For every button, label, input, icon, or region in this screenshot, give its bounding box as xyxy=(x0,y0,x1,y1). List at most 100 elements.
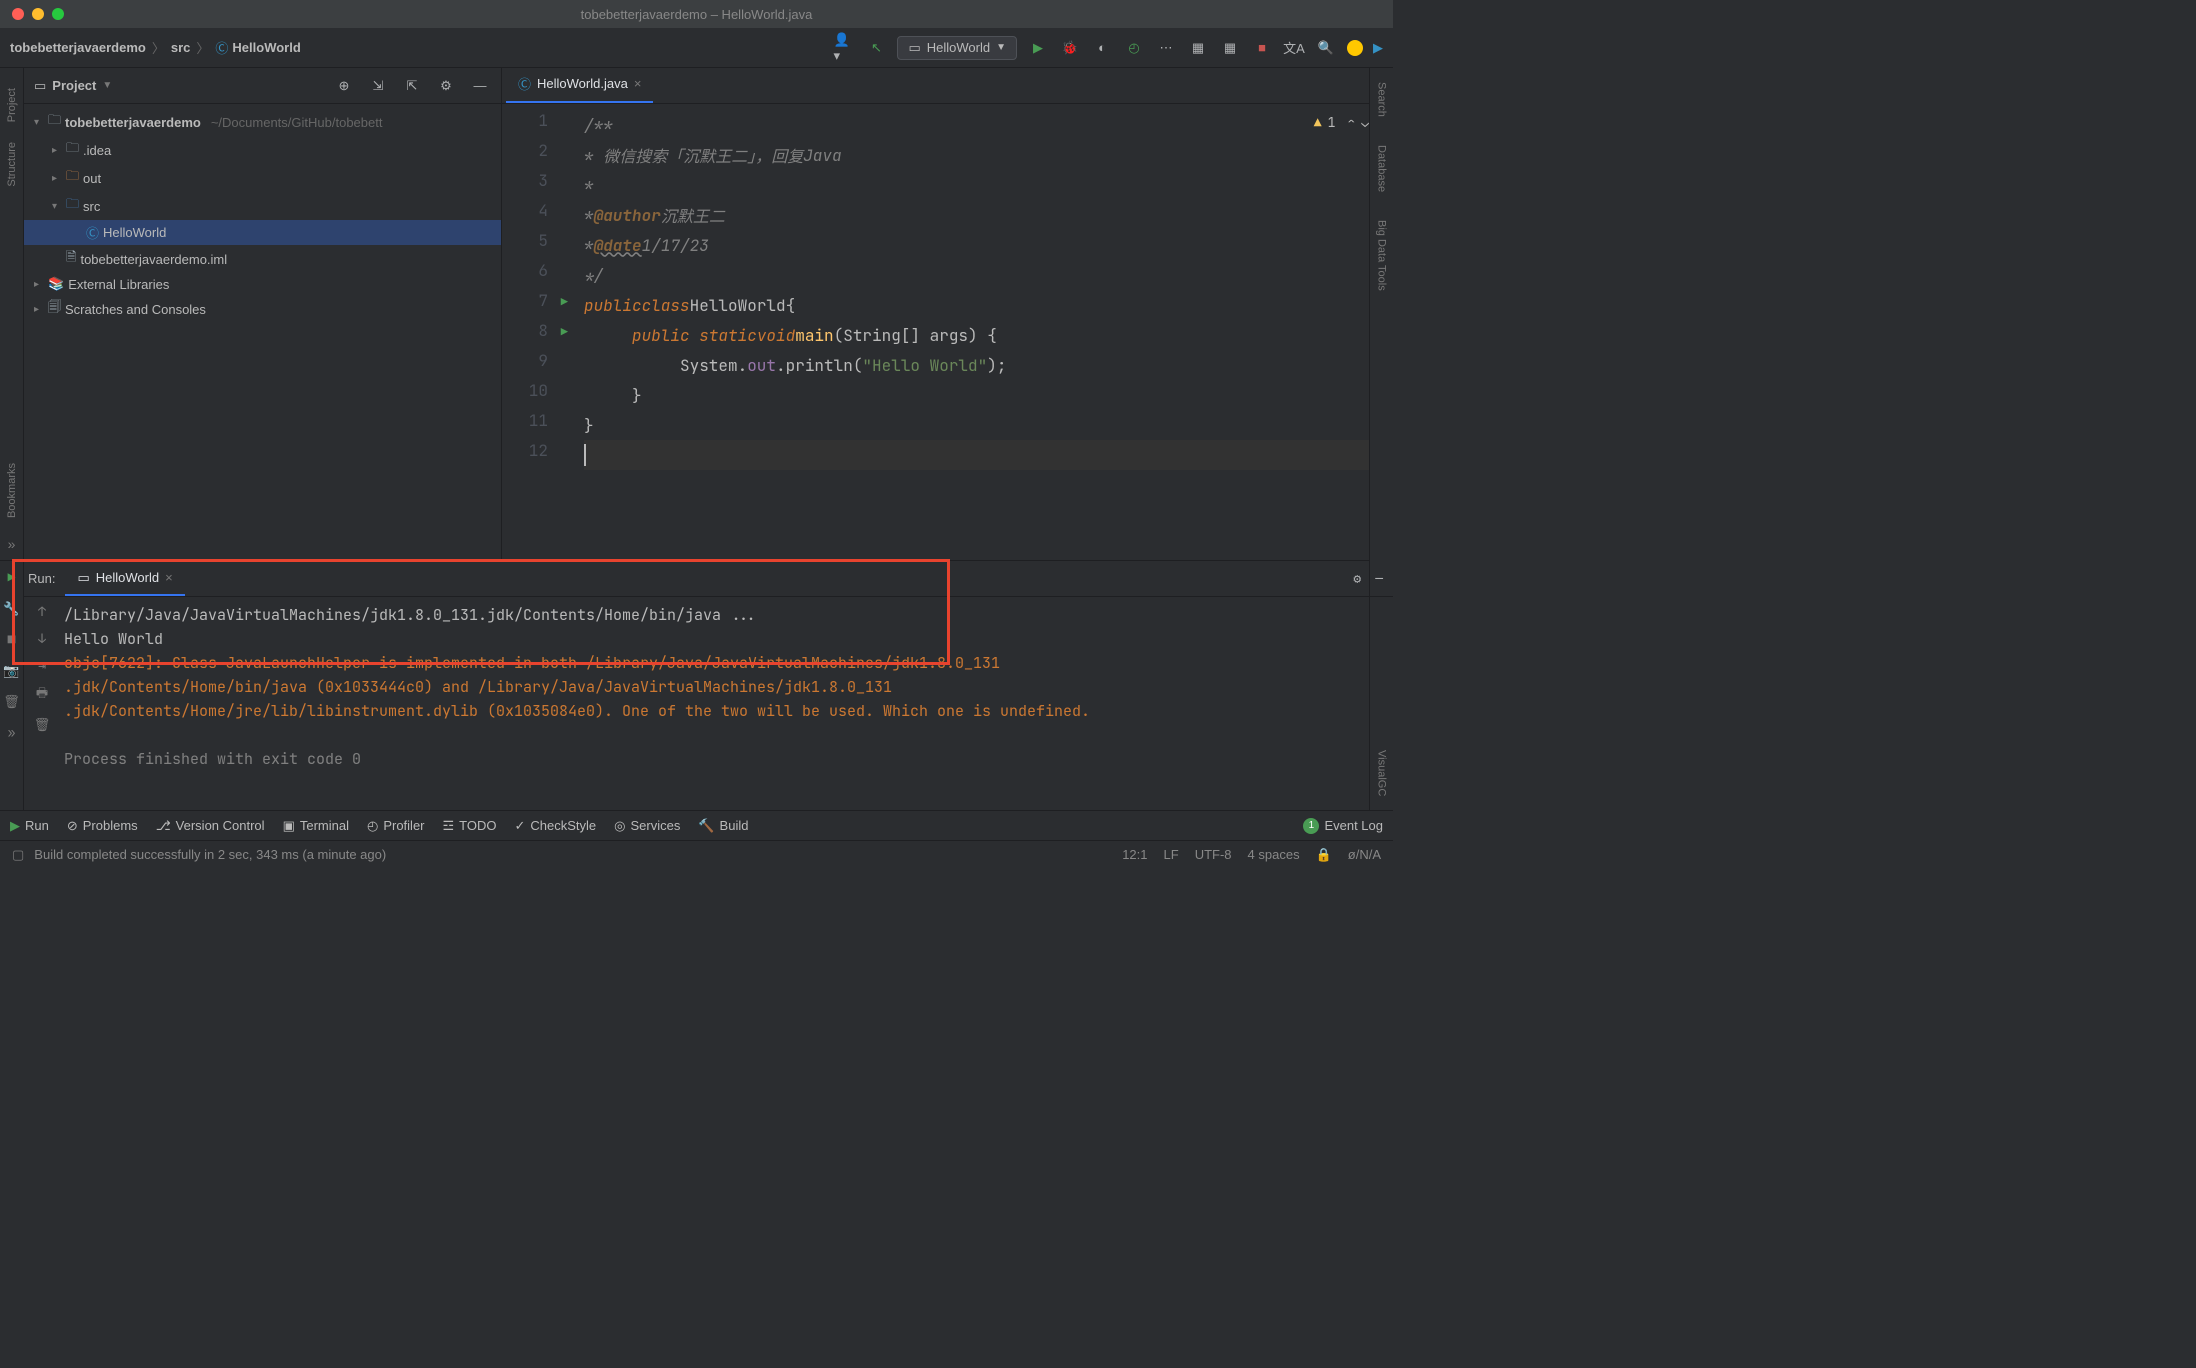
status-position[interactable]: 12:1 xyxy=(1122,847,1147,863)
tree-item-helloworld[interactable]: Ⓒ HelloWorld xyxy=(24,220,501,245)
expand-all-icon[interactable]: ⇲ xyxy=(367,75,389,97)
run-gutter-icon[interactable]: ▶ xyxy=(561,294,568,310)
console-text[interactable]: /Library/Java/JavaVirtualMachines/jdk1.8… xyxy=(60,597,1393,810)
coverage-button[interactable]: ◐ xyxy=(1091,37,1113,59)
window-controls xyxy=(12,8,64,20)
toolbar-icon-1[interactable]: ▦ xyxy=(1187,37,1209,59)
code-text: * 微信搜索「沉默王二」，回复 xyxy=(584,143,803,167)
breadcrumb-file[interactable]: HelloWorld xyxy=(232,40,300,55)
stop-icon[interactable]: ■ xyxy=(8,631,16,648)
bottom-services[interactable]: ◎Services xyxy=(614,818,680,834)
stop-button[interactable]: ■ xyxy=(1251,37,1273,59)
status-line-separator[interactable]: LF xyxy=(1164,847,1179,863)
status-readonly-icon[interactable]: 🔒 xyxy=(1316,847,1332,863)
tree-label: src xyxy=(83,199,100,214)
chevron-down-icon: ▼ xyxy=(996,42,1006,53)
code-text: * xyxy=(584,235,594,256)
tab-helloworld[interactable]: Ⓒ HelloWorld.java × xyxy=(506,66,653,103)
inspection-widget[interactable]: ▲ 1 ⌃ ⌄ xyxy=(1314,114,1369,131)
toolbar-icon-2[interactable]: ▦ xyxy=(1219,37,1241,59)
rail-bigdata[interactable]: Big Data Tools xyxy=(1376,220,1388,291)
bottom-checkstyle[interactable]: ✓CheckStyle xyxy=(515,818,597,834)
hide-panel-icon[interactable]: — xyxy=(1375,570,1383,587)
code-area[interactable]: ▲ 1 ⌃ ⌄ 1 2 3 4 5 6 7▶ 8▶ 9 10 11 12 /** xyxy=(502,104,1393,560)
tree-root-label: tobebetterjavaerdemo xyxy=(65,115,201,130)
rerun-icon[interactable]: ▶ xyxy=(8,569,16,586)
profiler-icon: ◴ xyxy=(367,818,378,834)
down-icon[interactable]: ↓ xyxy=(38,630,46,647)
rail-structure[interactable]: Structure xyxy=(6,142,18,187)
close-tab-icon[interactable]: × xyxy=(165,570,173,585)
tree-item-scratches[interactable]: ▸ 🗐 Scratches and Consoles xyxy=(24,295,501,323)
rail-search[interactable]: Search xyxy=(1376,82,1388,117)
code-content[interactable]: /** * 微信搜索「沉默王二」，回复 Java * * @author 沉默王… xyxy=(572,104,1393,560)
rail-database[interactable]: Database xyxy=(1376,145,1388,192)
maximize-window-button[interactable] xyxy=(52,8,64,20)
bottom-terminal[interactable]: ▣Terminal xyxy=(283,818,349,834)
more-icon[interactable]: » xyxy=(8,724,16,741)
breadcrumb-folder[interactable]: src xyxy=(171,40,191,55)
jetbrains-icon[interactable]: ▶ xyxy=(1373,40,1383,56)
chevron-down-icon[interactable]: ▼ xyxy=(102,80,112,91)
code-text: out xyxy=(747,355,776,376)
rail-bookmarks[interactable]: Bookmarks xyxy=(6,463,18,518)
notification-icon[interactable] xyxy=(1347,40,1363,56)
chevron-right-icon: 〉 xyxy=(152,38,165,57)
more-run-icon[interactable]: ⋯ xyxy=(1155,37,1177,59)
more-tools-icon[interactable]: » xyxy=(8,536,16,552)
bottom-vcs[interactable]: ⎇Version Control xyxy=(156,818,265,834)
camera-icon[interactable]: 📷 xyxy=(3,662,19,679)
run-tabs-bar: Run: ▭ HelloWorld × ⚙ — xyxy=(24,561,1393,597)
tree-item-src[interactable]: ▾ 🗀 src xyxy=(24,192,501,220)
build-hammer-icon[interactable]: ↖ xyxy=(865,37,887,59)
clear-icon[interactable]: 🗑 xyxy=(34,716,51,733)
translate-icon[interactable]: 文A xyxy=(1283,37,1305,59)
gear-icon[interactable]: ⚙ xyxy=(1353,570,1361,587)
run-button[interactable]: ▶ xyxy=(1027,37,1049,59)
close-window-button[interactable] xyxy=(12,8,24,20)
bottom-problems[interactable]: ⊘Problems xyxy=(67,818,138,834)
rail-project[interactable]: Project xyxy=(6,88,18,122)
up-icon[interactable]: ↑ xyxy=(38,603,46,620)
chevron-up-icon[interactable]: ⌃ xyxy=(1347,114,1355,131)
bottom-todo[interactable]: ☲TODO xyxy=(443,818,497,834)
profile-button[interactable]: ◴ xyxy=(1123,37,1145,59)
chevron-down-icon[interactable]: ⌄ xyxy=(1361,114,1369,131)
tree-item-out[interactable]: ▸ 🗀 out xyxy=(24,164,501,192)
close-tab-icon[interactable]: × xyxy=(634,76,642,91)
tool-windows-icon[interactable]: ▢ xyxy=(12,847,24,863)
select-opened-icon[interactable]: ⊕ xyxy=(333,75,355,97)
run-tab-helloworld[interactable]: ▭ HelloWorld × xyxy=(65,562,184,596)
tree-label: Scratches and Consoles xyxy=(65,302,206,317)
trash-icon[interactable]: 🗑 xyxy=(3,693,20,710)
bottom-eventlog[interactable]: 1Event Log xyxy=(1303,818,1383,834)
bottom-profiler[interactable]: ◴Profiler xyxy=(367,818,425,834)
print-icon[interactable]: 🖶 xyxy=(36,684,48,706)
collapse-all-icon[interactable]: ⇱ xyxy=(401,75,423,97)
debug-button[interactable]: 🐞 xyxy=(1059,37,1081,59)
run-gutter-icon[interactable]: ▶ xyxy=(561,324,568,340)
gear-icon[interactable]: ⚙ xyxy=(435,75,457,97)
panel-title[interactable]: Project xyxy=(52,78,96,93)
status-indent[interactable]: 4 spaces xyxy=(1248,847,1300,863)
tree-item-idea[interactable]: ▸ 🗀 .idea xyxy=(24,136,501,164)
hide-panel-icon[interactable]: — xyxy=(469,75,491,97)
java-class-icon: Ⓒ xyxy=(86,223,99,242)
user-icon[interactable]: 👤▾ xyxy=(833,37,855,59)
tree-root[interactable]: ▾ 🗀 tobebetterjavaerdemo ~/Documents/Git… xyxy=(24,108,501,136)
breadcrumb-root[interactable]: tobebetterjavaerdemo xyxy=(10,40,146,55)
bottom-run[interactable]: ▶Run xyxy=(10,818,49,834)
search-icon[interactable]: 🔍 xyxy=(1315,37,1337,59)
tree-item-iml[interactable]: 🗎 tobebetterjavaerdemo.iml xyxy=(24,245,501,273)
run-config-selector[interactable]: ▭ HelloWorld ▼ xyxy=(897,36,1017,60)
soft-wrap-icon[interactable]: ⇥ xyxy=(38,657,46,674)
breadcrumb: tobebetterjavaerdemo 〉 src 〉 Ⓒ HelloWorl… xyxy=(10,38,833,57)
minimize-window-button[interactable] xyxy=(32,8,44,20)
tree-item-external-libs[interactable]: ▸ 📚 External Libraries xyxy=(24,273,501,295)
bottom-build[interactable]: 🔨Build xyxy=(698,818,748,834)
wrench-icon[interactable]: 🔧 xyxy=(3,600,19,617)
status-encoding[interactable]: UTF-8 xyxy=(1195,847,1232,863)
bottom-label: CheckStyle xyxy=(530,818,596,833)
status-memory[interactable]: ø/N/A xyxy=(1348,847,1381,863)
tree-label: HelloWorld xyxy=(103,225,166,240)
